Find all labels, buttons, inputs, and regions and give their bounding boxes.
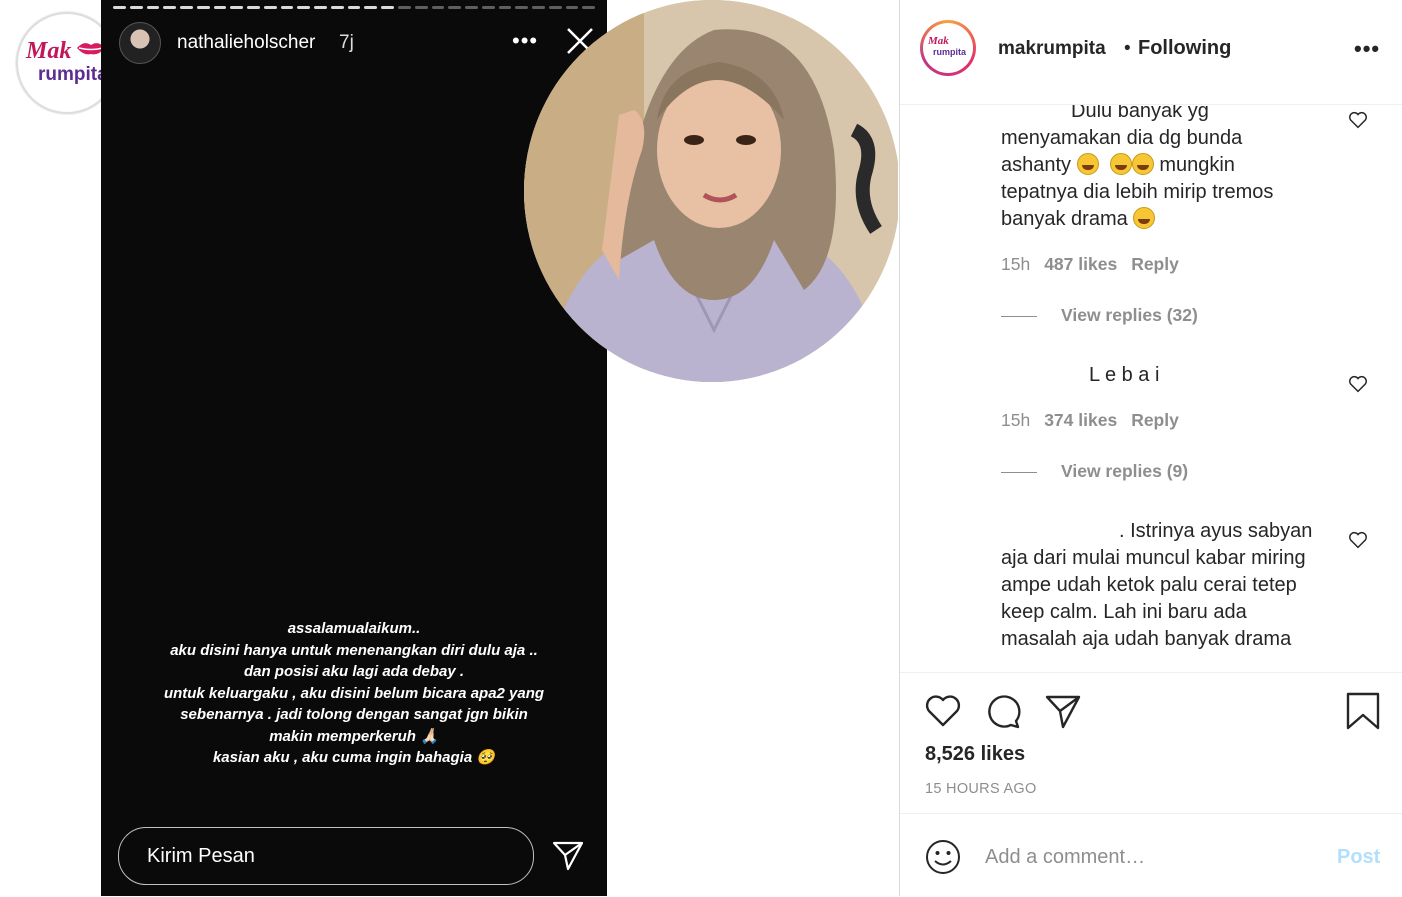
post-timestamp: 15 HOURS AGO bbox=[925, 781, 1037, 797]
comment-likes[interactable]: 487 likes bbox=[1044, 254, 1117, 274]
comment-text: Dulu banyak yg menyamakan dia dg bunda a… bbox=[1001, 105, 1274, 230]
post-header: Mak rumpita makrumpita • Following ••• bbox=[900, 0, 1402, 105]
story-user-avatar[interactable] bbox=[119, 22, 161, 64]
story-reply-input[interactable]: Kirim Pesan bbox=[118, 827, 534, 885]
story-caption-line: dan posisi aku lagi ada debay . bbox=[243, 663, 465, 680]
story-username[interactable]: nathalieholscher bbox=[177, 32, 315, 54]
comment-icon[interactable] bbox=[983, 691, 1023, 731]
comment-likes[interactable]: 374 likes bbox=[1044, 410, 1117, 430]
avatar-logo-word1: Mak bbox=[928, 35, 949, 47]
laughing-emoji-icon bbox=[1109, 153, 1132, 175]
laughing-emoji-icon bbox=[1131, 153, 1154, 175]
account-username[interactable]: makrumpita bbox=[998, 38, 1106, 60]
post-likes-count[interactable]: 8,526 likes bbox=[925, 743, 1025, 766]
story-caption-line: makin memperkeruh 🙏🏻 bbox=[269, 727, 439, 745]
story-viewer: nathalieholscher 7j ••• assalamualaikum.… bbox=[101, 0, 607, 896]
post-actions: 8,526 likes 15 HOURS AGO bbox=[900, 672, 1402, 813]
add-comment-input[interactable]: Add a comment… bbox=[985, 846, 1145, 869]
more-options-icon[interactable]: ••• bbox=[1354, 36, 1380, 62]
following-button[interactable]: Following bbox=[1138, 37, 1231, 60]
view-replies-button[interactable]: View replies (9) bbox=[1001, 461, 1188, 482]
portrait-photo bbox=[524, 0, 898, 382]
send-icon[interactable] bbox=[551, 838, 585, 872]
bookmark-icon[interactable] bbox=[1343, 691, 1383, 731]
story-caption: assalamualaikum.. aku disini hanya untuk… bbox=[121, 618, 587, 769]
account-avatar[interactable]: Mak rumpita bbox=[920, 20, 976, 76]
like-comment-heart-icon[interactable] bbox=[1347, 529, 1369, 551]
avatar-logo-word2: rumpita bbox=[933, 47, 967, 57]
laughing-emoji-icon bbox=[1133, 207, 1156, 229]
brand-logo-word1: Mak bbox=[26, 38, 72, 64]
story-caption-line: aku disini hanya untuk menenangkan diri … bbox=[170, 641, 538, 659]
story-more-icon[interactable]: ••• bbox=[512, 28, 538, 54]
comment-meta: 15h 374 likes Reply bbox=[1001, 410, 1179, 431]
comments-list: Dulu banyak yg menyamakan dia dg bunda a… bbox=[900, 105, 1402, 671]
like-heart-icon[interactable] bbox=[923, 691, 963, 731]
share-icon[interactable] bbox=[1043, 691, 1083, 731]
story-caption-line: assalamualaikum.. bbox=[287, 620, 421, 637]
like-comment-heart-icon[interactable] bbox=[1347, 373, 1369, 395]
post-comment-button[interactable]: Post bbox=[1337, 846, 1380, 869]
story-progress-bar bbox=[113, 6, 596, 9]
story-area: Mak rumpita nathalieholscher 7j ••• assa… bbox=[0, 0, 898, 896]
story-reply-placeholder: Kirim Pesan bbox=[147, 845, 255, 867]
header-separator: • bbox=[1124, 38, 1131, 59]
view-replies-button[interactable]: View replies (32) bbox=[1001, 305, 1198, 326]
comment-reply-button[interactable]: Reply bbox=[1131, 410, 1179, 430]
post-panel: Mak rumpita makrumpita • Following ••• D… bbox=[899, 0, 1402, 896]
like-comment-heart-icon[interactable] bbox=[1347, 109, 1369, 131]
brand-logo-word2: rumpita bbox=[38, 64, 108, 85]
story-caption-line: untuk keluargaku , aku disini belum bica… bbox=[163, 684, 545, 702]
story-caption-line: sebenarnya . jadi tolong dengan sangat j… bbox=[180, 706, 528, 723]
story-time: 7j bbox=[339, 32, 354, 53]
comment-meta: 15h 487 likes Reply bbox=[1001, 254, 1179, 275]
comment-reply-button[interactable]: Reply bbox=[1131, 254, 1179, 274]
comment-time: 15h bbox=[1001, 410, 1031, 430]
laughing-emoji-icon bbox=[1076, 153, 1099, 175]
comment-time: 15h bbox=[1001, 254, 1031, 274]
comment-text: . Istrinya ayus sabyan aja dari mulai mu… bbox=[1001, 520, 1313, 650]
story-caption-line: kasian aku , aku cuma ingin bahagia 🥺 bbox=[212, 749, 496, 766]
add-comment-bar: Add a comment… Post bbox=[900, 813, 1402, 897]
comment-text: L e b a i bbox=[1089, 364, 1160, 386]
emoji-picker-icon[interactable] bbox=[924, 838, 962, 876]
